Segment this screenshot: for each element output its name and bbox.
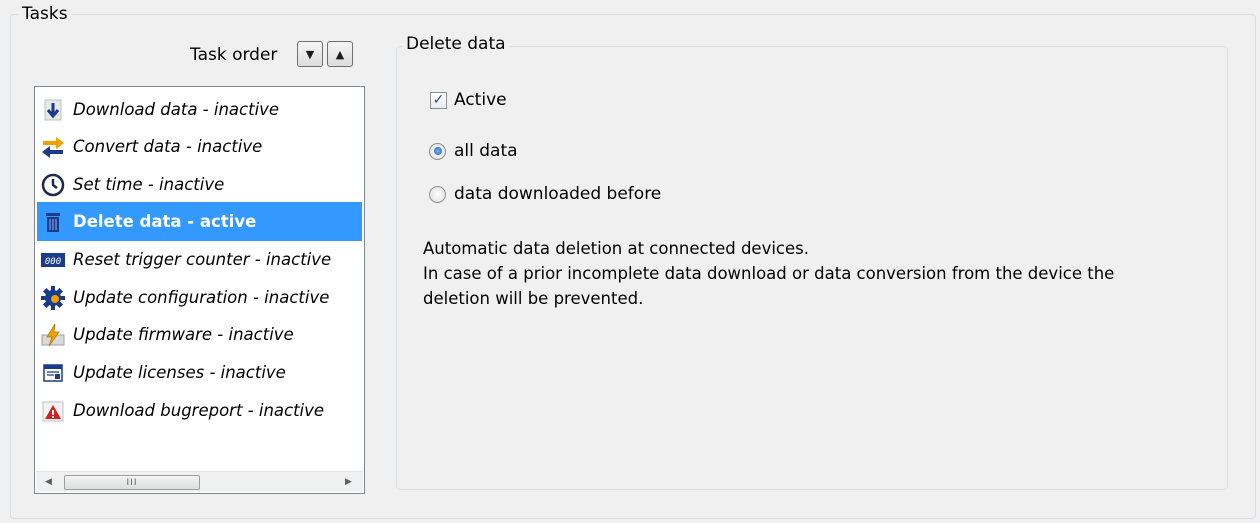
task-order-label: Task order [190,45,278,65]
radio-all-data[interactable]: all data [429,141,518,161]
task-item-label: Download data - inactive [73,100,280,119]
move-task-up-button[interactable]: ▲ [327,41,353,67]
description-line: In case of a prior incomplete data downl… [423,264,1115,283]
convert-arrows-icon [41,135,65,159]
arrow-down-icon: ▼ [305,47,315,61]
radio-all-data-label: all data [454,141,518,161]
description-line: Automatic data deletion at connected dev… [423,239,809,258]
task-item-label: Reset trigger counter - inactive [73,250,332,269]
task-item-label: Update firmware - inactive [73,325,294,344]
trash-icon [41,210,65,234]
task-item-set-time[interactable]: Set time - inactive [37,165,362,204]
gear-icon [41,285,65,310]
delete-data-description: Automatic data deletion at connected dev… [423,236,1223,311]
task-item-label: Convert data - inactive [73,137,263,156]
description-line: deletion will be prevented. [423,289,644,308]
radio-selected-icon[interactable] [429,142,446,160]
task-item-update-firmware[interactable]: Update firmware - inactive [37,315,362,354]
firmware-lightning-icon [41,323,65,347]
task-item-convert-data[interactable]: Convert data - inactive [37,127,362,166]
active-checkbox-label: Active [454,90,507,110]
scrollbar-thumb[interactable]: III [64,475,200,490]
move-task-down-button[interactable]: ▼ [297,41,323,67]
checkmark-icon[interactable]: ✓ [430,91,447,109]
active-checkbox[interactable]: ✓ Active [430,90,507,110]
radio-data-downloaded-before-label: data downloaded before [454,184,662,204]
scroll-right-arrow-icon[interactable]: ▶ [338,472,359,492]
delete-data-group-title: Delete data [402,34,510,54]
task-item-reset-trigger-counter[interactable]: 000 Reset trigger counter - inactive [37,240,362,279]
radio-unselected-icon[interactable] [429,185,446,203]
task-item-label: Delete data - active [73,212,257,231]
arrow-up-icon: ▲ [335,47,345,61]
task-item-update-licenses[interactable]: Update licenses - inactive [37,353,362,392]
task-item-label: Set time - inactive [73,175,225,194]
grip-icon: III [126,477,138,488]
task-item-update-configuration[interactable]: Update configuration - inactive [37,278,362,317]
bugreport-icon [41,399,65,423]
download-icon [41,98,65,122]
horizontal-scrollbar[interactable]: ◀ III ▶ [36,471,363,492]
task-item-delete-data[interactable]: Delete data - active [37,202,362,241]
svg-text:000: 000 [45,257,61,267]
radio-data-downloaded-before[interactable]: data downloaded before [429,184,661,204]
counter-icon: 000 [41,248,65,272]
task-item-label: Update configuration - inactive [73,288,330,307]
task-item-label: Download bugreport - inactive [73,401,325,420]
tasks-group-title: Tasks [18,4,72,24]
task-item-label: Update licenses - inactive [73,363,286,382]
task-item-download-bugreport[interactable]: Download bugreport - inactive [37,391,362,430]
license-icon [41,361,65,385]
task-list[interactable]: Download data - inactive Convert data - … [34,86,365,494]
task-item-download-data[interactable]: Download data - inactive [37,90,362,129]
clock-icon [41,173,65,197]
scroll-left-arrow-icon[interactable]: ◀ [38,472,59,492]
